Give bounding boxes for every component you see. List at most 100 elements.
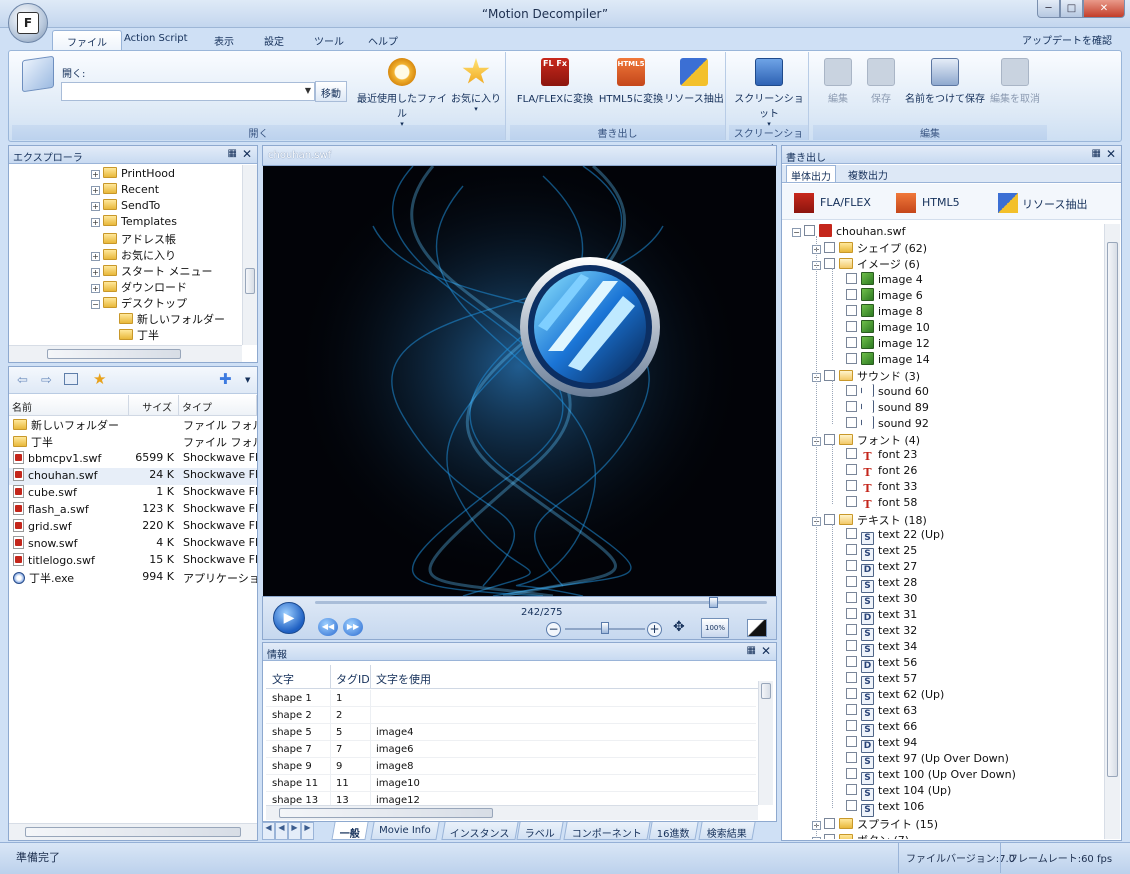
tab-search-results[interactable]: 検索結果 bbox=[698, 822, 756, 840]
file-row[interactable]: 新しいフォルダー ファイル フォルダー bbox=[9, 417, 257, 434]
checkbox[interactable] bbox=[846, 464, 857, 475]
checkbox[interactable] bbox=[846, 448, 857, 459]
checkbox[interactable] bbox=[846, 592, 857, 603]
timeline-thumb[interactable] bbox=[708, 597, 718, 608]
tree-item[interactable]: + Recent bbox=[91, 183, 159, 199]
column-name[interactable]: 名前 bbox=[9, 395, 129, 415]
export-fla-button[interactable]: FLA/FLEX bbox=[820, 196, 871, 209]
tree-item[interactable]: Stext 57 bbox=[846, 672, 917, 689]
tree-item[interactable]: Dtext 56 bbox=[846, 656, 917, 673]
tree-item[interactable]: Tfont 58 bbox=[846, 496, 917, 512]
tree-item[interactable]: + ダウンロード bbox=[91, 279, 187, 295]
checkbox[interactable] bbox=[846, 768, 857, 779]
info-column-char[interactable]: 文字 bbox=[272, 671, 294, 687]
zoom-in-button[interactable]: + bbox=[647, 622, 662, 637]
info-column-tagid[interactable]: タグID bbox=[336, 671, 370, 687]
file-list-hscroll[interactable] bbox=[9, 823, 257, 840]
checkbox[interactable] bbox=[846, 321, 857, 332]
timeline-slider[interactable] bbox=[315, 601, 767, 604]
zoom-thumb[interactable] bbox=[601, 622, 609, 634]
explorer-tree-vscroll[interactable] bbox=[242, 165, 257, 345]
tree-item[interactable]: Stext 28 bbox=[846, 576, 917, 593]
checkbox[interactable] bbox=[804, 225, 815, 236]
tree-item[interactable]: Dtext 31 bbox=[846, 608, 917, 625]
tab-view[interactable]: 表示 bbox=[200, 30, 248, 50]
column-type[interactable]: タイプ bbox=[179, 395, 257, 415]
info-hscroll[interactable] bbox=[266, 805, 758, 820]
file-row[interactable]: 丁半.exe 994 K アプリケーション bbox=[9, 570, 257, 587]
convert-html5-button[interactable]: HTML5 HTML5に変換 bbox=[598, 58, 664, 105]
checkbox[interactable] bbox=[846, 736, 857, 747]
prev-tab-icon[interactable]: ◀ bbox=[275, 822, 288, 840]
checkbox[interactable] bbox=[846, 353, 857, 364]
info-column-used[interactable]: 文字を使用 bbox=[376, 671, 431, 687]
checkbox[interactable] bbox=[846, 417, 857, 428]
play-button[interactable]: ▶ bbox=[273, 602, 305, 634]
checkbox[interactable] bbox=[846, 752, 857, 763]
close-panel-icon[interactable]: ✕ bbox=[242, 147, 252, 161]
tree-group[interactable]: + シェイプ (62) bbox=[812, 240, 927, 256]
zoom-100-button[interactable]: 100% bbox=[701, 618, 729, 638]
tree-item[interactable]: 新しいフォルダー bbox=[119, 311, 225, 327]
checkbox[interactable] bbox=[846, 560, 857, 571]
maximize-button[interactable]: □ bbox=[1060, 0, 1083, 18]
export-html5-button[interactable]: HTML5 bbox=[922, 196, 960, 209]
tree-item[interactable]: + Templates bbox=[91, 215, 177, 231]
zoom-out-button[interactable]: − bbox=[546, 622, 561, 637]
checkbox[interactable] bbox=[824, 258, 835, 269]
swf-preview-stage[interactable] bbox=[263, 166, 776, 596]
checkbox[interactable] bbox=[846, 496, 857, 507]
tree-item[interactable]: Stext 25 bbox=[846, 544, 917, 561]
check-update-link[interactable]: アップデートを確認 bbox=[1022, 32, 1112, 47]
info-row[interactable]: shape 1 1 bbox=[266, 690, 756, 707]
checkbox[interactable] bbox=[846, 704, 857, 715]
expand-toggle-icon[interactable]: + bbox=[91, 186, 100, 195]
tree-item[interactable]: image 14 bbox=[846, 352, 930, 368]
close-panel-icon[interactable]: ✕ bbox=[761, 644, 771, 658]
tree-item[interactable]: sound 89 bbox=[846, 400, 929, 416]
tab-instance[interactable]: インスタンス bbox=[441, 822, 519, 840]
tree-item[interactable]: Tfont 23 bbox=[846, 448, 917, 464]
tree-item[interactable]: Dtext 94 bbox=[846, 736, 917, 753]
tree-item[interactable]: Stext 97 (Up Over Down) bbox=[846, 752, 1009, 769]
tree-group[interactable]: − サウンド (3) bbox=[812, 368, 920, 384]
tab-general[interactable]: 一般 bbox=[331, 822, 369, 840]
tab-label[interactable]: ラベル bbox=[516, 822, 564, 840]
expand-toggle-icon[interactable]: + bbox=[91, 284, 100, 293]
screenshot-button[interactable]: スクリーンショット ▾ bbox=[731, 58, 807, 128]
tree-item[interactable]: image 8 bbox=[846, 304, 923, 320]
tree-item[interactable]: Tfont 33 bbox=[846, 480, 917, 496]
tree-item[interactable]: アドレス帳 bbox=[91, 231, 176, 247]
tree-item[interactable]: image 4 bbox=[846, 272, 923, 288]
tree-item[interactable]: sound 60 bbox=[846, 384, 929, 400]
tree-item[interactable]: image 10 bbox=[846, 320, 930, 336]
tab-component[interactable]: コンポーネント bbox=[563, 822, 651, 840]
tree-item[interactable]: Stext 34 bbox=[846, 640, 917, 657]
tree-item[interactable]: + スタート メニュー bbox=[91, 263, 213, 279]
checkbox[interactable] bbox=[846, 720, 857, 731]
info-row[interactable]: shape 13 13 image12 bbox=[266, 792, 756, 805]
tree-item[interactable]: − デスクトップ bbox=[91, 295, 187, 311]
info-row[interactable]: shape 11 11 image10 bbox=[266, 775, 756, 792]
open-path-input[interactable]: ▼ bbox=[61, 82, 315, 101]
forward-arrow-icon[interactable]: ⇨ bbox=[41, 373, 52, 388]
cancel-edit-button[interactable]: 編集を取消 bbox=[988, 58, 1042, 105]
checkbox[interactable] bbox=[846, 401, 857, 412]
tab-single-export[interactable]: 単体出力 bbox=[786, 165, 836, 183]
tree-item[interactable]: Dtext 27 bbox=[846, 560, 917, 577]
column-size[interactable]: サイズ bbox=[129, 395, 179, 415]
tree-item[interactable]: image 6 bbox=[846, 288, 923, 304]
tree-item[interactable]: + SendTo bbox=[91, 199, 160, 215]
file-row[interactable]: snow.swf 4 K Shockwave Flash Object bbox=[9, 536, 257, 553]
explorer-tree-hscroll[interactable] bbox=[9, 345, 242, 362]
tree-group[interactable]: + スプライト (15) bbox=[812, 816, 938, 832]
recent-files-button[interactable]: 最近使用したファイル ▾ bbox=[355, 58, 449, 128]
first-tab-icon[interactable]: ◀ bbox=[262, 822, 275, 840]
next-tab-icon[interactable]: ▶ bbox=[288, 822, 301, 840]
tree-item[interactable]: Stext 62 (Up) bbox=[846, 688, 944, 705]
expand-toggle-icon[interactable]: + bbox=[91, 268, 100, 277]
file-row[interactable]: cube.swf 1 K Shockwave Flash Object bbox=[9, 485, 257, 502]
dropdown-icon[interactable]: ▼ bbox=[245, 376, 250, 384]
tree-group[interactable]: +ボタン (7) bbox=[812, 832, 909, 839]
info-row[interactable]: shape 9 9 image8 bbox=[266, 758, 756, 775]
